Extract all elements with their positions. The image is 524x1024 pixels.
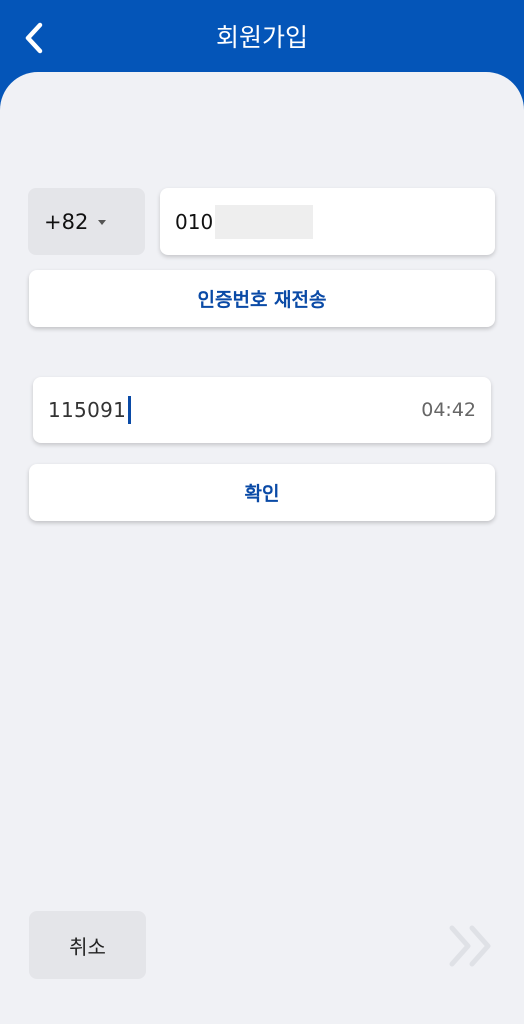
phone-number-input[interactable]: 010 xyxy=(160,188,495,255)
country-code-select[interactable]: +82 xyxy=(28,188,145,255)
verification-code-value: 115091 xyxy=(48,398,127,422)
masked-phone-digits xyxy=(215,204,314,239)
next-button[interactable] xyxy=(444,920,498,972)
double-chevron-right-icon xyxy=(449,925,491,967)
phone-number-prefix: 010 xyxy=(175,209,214,234)
country-code-value: +82 xyxy=(44,209,89,234)
verification-code-input[interactable]: 115091 04:42 xyxy=(33,377,491,443)
countdown-timer: 04:42 xyxy=(421,399,476,421)
text-cursor xyxy=(128,396,132,424)
confirm-button[interactable]: 확인 xyxy=(29,464,495,521)
cancel-button[interactable]: 취소 xyxy=(29,911,146,979)
page-title: 회원가입 xyxy=(215,23,308,52)
caret-down-icon xyxy=(98,220,107,225)
app-header: 회원가입 xyxy=(0,0,524,80)
resend-code-button[interactable]: 인증번호 재전송 xyxy=(29,270,495,327)
